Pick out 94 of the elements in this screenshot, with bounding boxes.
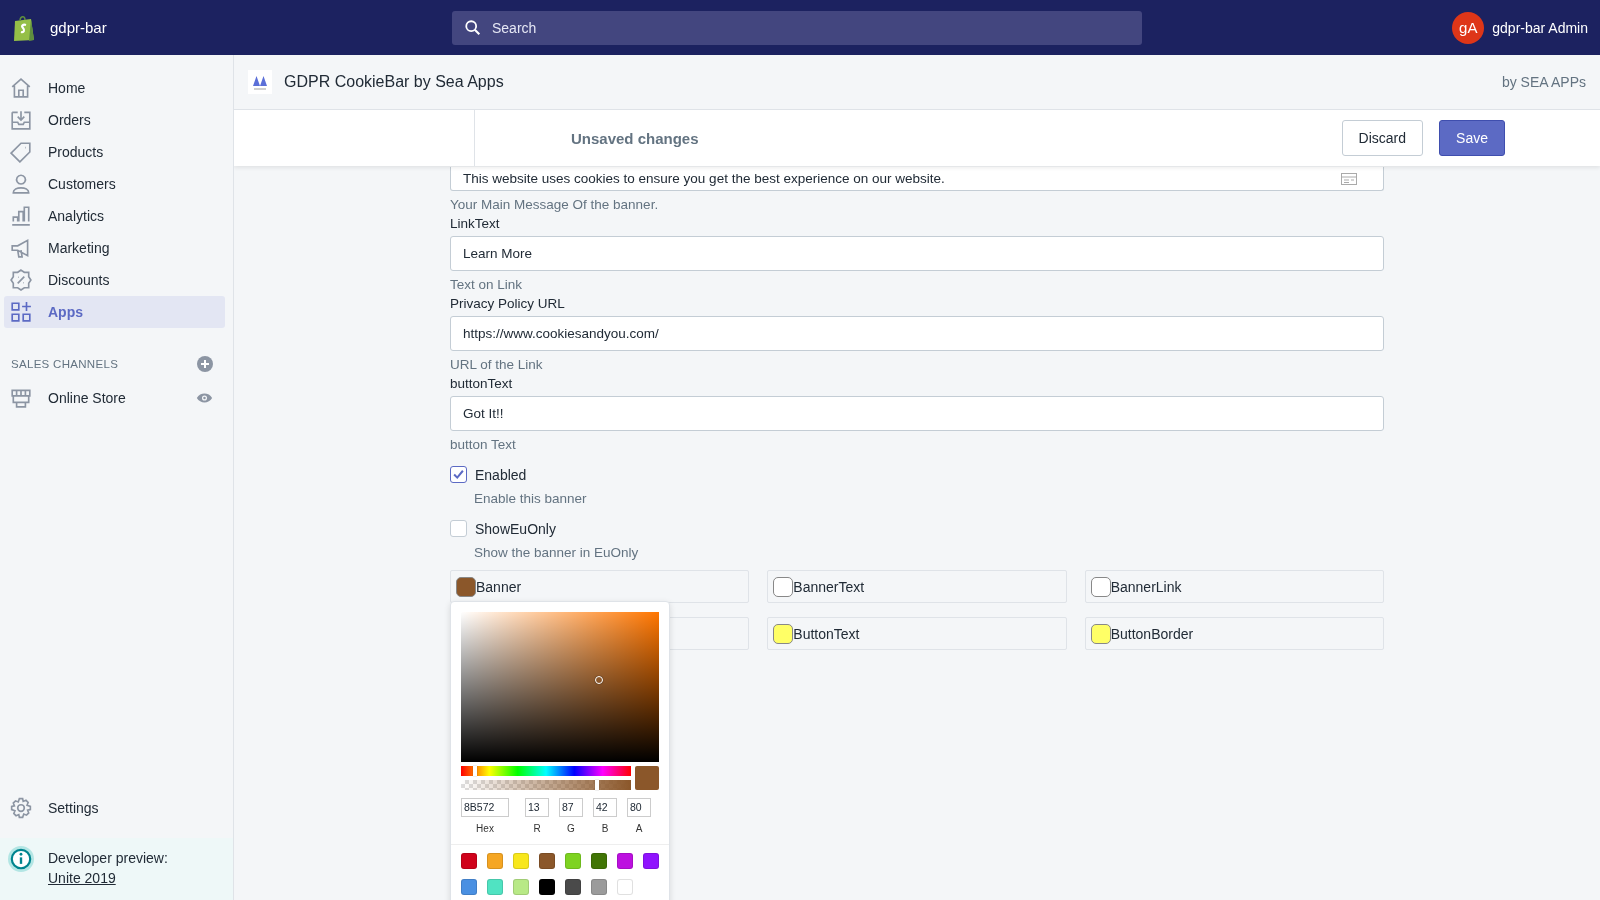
preset-swatch[interactable]: [539, 853, 555, 869]
preset-swatch[interactable]: [513, 853, 529, 869]
color-value-input[interactable]: 42: [593, 798, 617, 817]
color-value-label: R: [533, 823, 541, 834]
bar-chart-icon: [10, 205, 32, 227]
preset-swatch[interactable]: [487, 879, 503, 895]
color-value-input[interactable]: 87: [559, 798, 583, 817]
discard-button[interactable]: Discard: [1341, 120, 1424, 156]
color-value-input[interactable]: 8B572: [461, 798, 509, 817]
info-icon: [8, 846, 34, 872]
saturation-area[interactable]: [461, 612, 659, 762]
color-swatch[interactable]: [1090, 576, 1111, 597]
nav-item[interactable]: Discounts: [4, 264, 225, 296]
preset-swatch[interactable]: [513, 879, 529, 895]
nav-item[interactable]: Marketing: [4, 232, 225, 264]
preset-swatch[interactable]: [591, 853, 607, 869]
color-swatch[interactable]: [456, 576, 476, 597]
unsaved-changes-message: Unsaved changes: [571, 129, 699, 147]
help-text: URL of the Link: [450, 357, 543, 372]
preset-swatch[interactable]: [461, 853, 477, 869]
preset-swatch[interactable]: [565, 879, 581, 895]
tag-icon: [10, 141, 32, 163]
color-field[interactable]: Banner: [450, 570, 750, 603]
text-field[interactable]: https://www.cookiesandyou.com/: [450, 316, 1384, 351]
text-field[interactable]: Learn More: [450, 236, 1384, 271]
alpha-slider[interactable]: [461, 780, 631, 790]
color-value-label: A: [635, 823, 643, 834]
color-swatch[interactable]: [773, 623, 794, 644]
preset-swatch[interactable]: [461, 879, 477, 895]
search-icon: [464, 18, 482, 37]
checkmark-icon: [451, 467, 466, 482]
vendor-name: by SEA APPs: [1501, 74, 1586, 90]
field-label: Privacy Policy URL: [450, 296, 565, 311]
person-icon: [10, 173, 32, 195]
hue-slider[interactable]: [461, 766, 631, 776]
app-logo-icon: [248, 70, 272, 94]
preset-swatch[interactable]: [643, 853, 659, 869]
preset-swatch[interactable]: [617, 879, 633, 895]
color-field[interactable]: ButtonText: [767, 617, 1067, 650]
settings-icon: [10, 797, 32, 819]
nav-item[interactable]: Analytics: [4, 200, 225, 232]
text-block-icon: [1341, 172, 1357, 185]
section-heading: SALES CHANNELS: [11, 358, 119, 370]
checkbox-label: ShowEuOnly: [475, 520, 556, 537]
color-field[interactable]: BannerText: [767, 570, 1067, 603]
user-avatar[interactable]: gA: [1452, 11, 1485, 44]
developer-preview-label: Developer preview:: [48, 850, 168, 866]
nav-item[interactable]: Products: [4, 136, 225, 168]
color-swatch[interactable]: [773, 576, 794, 597]
color-value-label: Hex: [476, 823, 494, 834]
checkbox[interactable]: [450, 466, 467, 483]
storefront-icon: [10, 387, 32, 409]
preset-swatch[interactable]: [539, 879, 555, 895]
app-title: GDPR CookieBar by Sea Apps: [284, 73, 504, 91]
message-field[interactable]: This website uses cookies to ensure you get the best experience on our website.: [450, 167, 1384, 191]
help-text: Your Main Message Of the banner.: [450, 197, 659, 212]
user-name[interactable]: gdpr-bar Admin: [1492, 19, 1588, 36]
color-value-input[interactable]: 80: [627, 798, 651, 817]
percent-badge-icon: [10, 269, 32, 291]
developer-preview-link[interactable]: Unite 2019: [48, 870, 168, 886]
eye-icon[interactable]: [196, 392, 213, 404]
preset-swatch[interactable]: [487, 853, 503, 869]
search-field[interactable]: Search: [452, 10, 1142, 45]
color-value-label: B: [601, 823, 609, 834]
add-icon[interactable]: [197, 356, 213, 372]
nav-item[interactable]: Customers: [4, 168, 225, 200]
save-button[interactable]: Save: [1439, 120, 1505, 156]
help-text: Show the banner in EuOnly: [474, 545, 639, 560]
help-text: Text on Link: [450, 277, 523, 292]
color-swatch[interactable]: [1090, 623, 1111, 644]
nav-item[interactable]: Apps: [4, 296, 225, 328]
preset-swatch[interactable]: [565, 853, 581, 869]
store-name[interactable]: gdpr-bar: [50, 19, 107, 36]
shopping-bag-logo-icon: [12, 13, 36, 42]
help-text: Enable this banner: [474, 491, 587, 506]
preset-swatch[interactable]: [591, 879, 607, 895]
nav-item[interactable]: Home: [4, 72, 225, 104]
field-label: buttonText: [450, 376, 513, 391]
nav-item[interactable]: Settings: [4, 792, 225, 824]
color-value-input[interactable]: 13: [525, 798, 549, 817]
house-icon: [10, 77, 32, 99]
text-field[interactable]: Got It!!: [450, 396, 1384, 431]
inbox-icon: [10, 109, 32, 131]
nav-item[interactable]: Online Store: [4, 382, 225, 414]
color-field[interactable]: BannerLink: [1084, 570, 1384, 603]
grid-plus-icon: [10, 301, 32, 323]
nav-item[interactable]: Orders: [4, 104, 225, 136]
color-field[interactable]: ButtonBorder: [1084, 617, 1384, 650]
help-text: button Text: [450, 437, 516, 452]
color-preview: [635, 766, 659, 790]
preset-swatch[interactable]: [617, 853, 633, 869]
field-label: LinkText: [450, 216, 500, 231]
checkbox-label: Enabled: [475, 466, 527, 483]
color-value-label: G: [567, 823, 575, 834]
